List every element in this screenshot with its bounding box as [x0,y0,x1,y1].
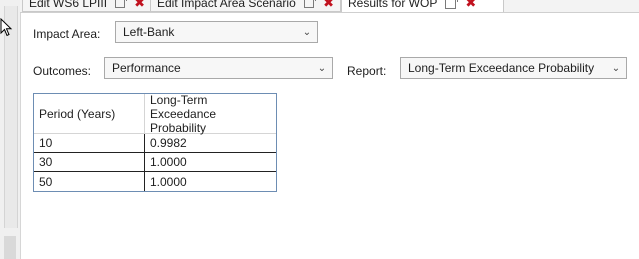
popout-icon[interactable] [115,0,128,8]
impact-area-label: Impact Area: [33,27,101,41]
close-icon[interactable]: ✖ [323,0,334,11]
impact-area-dropdown[interactable]: Left-Bank ⌄ [115,21,318,43]
table-header: Period (Years) Long-Term Exceedance Prob… [34,93,276,135]
scrollbar-bottom[interactable] [4,236,16,259]
outcomes-label: Outcomes: [33,64,92,78]
probability-cell[interactable]: 1.0000 [145,172,276,191]
outcomes-value: Performance [112,61,181,75]
table-row[interactable]: 50 1.0000 [34,172,276,191]
popout-icon[interactable] [445,0,459,9]
chevron-down-icon: ⌄ [302,26,312,38]
period-cell[interactable]: 10 [34,134,145,152]
results-table[interactable]: Period (Years) Long-Term Exceedance Prob… [33,93,277,192]
probability-cell[interactable]: 1.0000 [145,153,276,171]
column-header-period[interactable]: Period (Years) [34,94,145,133]
left-panel-strip [0,0,21,259]
tab-label: Edit Impact Area Scenario [157,0,296,10]
table-row[interactable]: 10 0.9982 [34,134,276,153]
column-header-exceedance-probability[interactable]: Long-Term Exceedance Probability [145,93,276,135]
period-cell[interactable]: 30 [34,153,145,171]
tab-label: Edit WS6 LPIII [29,0,108,10]
probability-cell[interactable]: 0.9982 [145,134,276,152]
impact-area-value: Left-Bank [123,25,175,39]
popout-icon[interactable] [303,0,317,8]
report-dropdown[interactable]: Long-Term Exceedance Probability ⌄ [400,57,627,79]
mouse-cursor-icon [0,18,13,37]
chevron-down-icon: ⌄ [317,62,327,74]
close-icon[interactable]: ✖ [465,0,476,11]
close-icon[interactable]: ✖ [134,0,145,11]
vertical-scrollbar[interactable] [4,6,18,228]
table-row[interactable]: 30 1.0000 [34,153,276,172]
tab-results-for-wop[interactable]: Results for WOP ✖ [341,0,504,12]
report-value: Long-Term Exceedance Probability [408,61,595,75]
tab-edit-ws6-lpiii[interactable]: Edit WS6 LPIII ✖ [22,0,152,12]
document-tab-strip: Edit WS6 LPIII ✖ Edit Impact Area Scenar… [20,0,639,13]
outcomes-dropdown[interactable]: Performance ⌄ [104,57,333,79]
report-label: Report: [347,64,387,78]
chevron-down-icon: ⌄ [611,62,621,74]
period-cell[interactable]: 50 [34,172,145,191]
tab-edit-impact-area-scenario[interactable]: Edit Impact Area Scenario ✖ [150,0,341,12]
tab-label: Results for WOP [348,0,438,10]
